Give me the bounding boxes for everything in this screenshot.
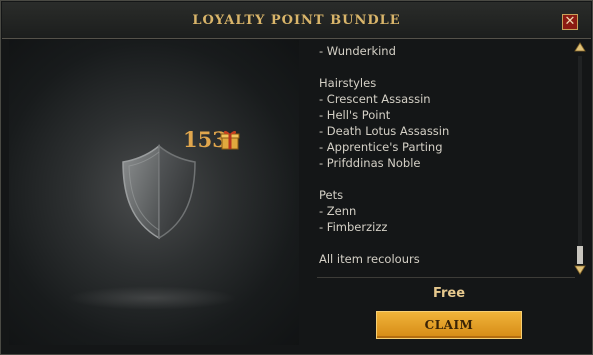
list-item: - Death Lotus Assassin	[319, 124, 450, 138]
bundle-contents-list[interactable]: - Wunderkind Hairstyles - Crescent Assas…	[311, 40, 567, 273]
close-button[interactable]: ✕	[562, 14, 578, 30]
section-heading: Hairstyles	[319, 76, 377, 90]
list-item: - Zenn	[319, 204, 357, 218]
claim-button[interactable]: CLAIM	[376, 311, 522, 339]
window-title: LOYALTY POINT BUNDLE	[192, 13, 401, 28]
scrollbar-thumb[interactable]	[577, 246, 583, 264]
loyalty-bundle-window: LOYALTY POINT BUNDLE ✕ 153 - Wunderkind …	[0, 0, 593, 355]
scroll-up-icon[interactable]	[574, 42, 586, 52]
scroll-down-icon[interactable]	[574, 265, 586, 275]
list-item: - Fimberzizz	[319, 220, 388, 234]
bundle-preview: 153	[9, 40, 299, 345]
shield-icon	[122, 144, 196, 240]
list-item: All item recolours	[319, 252, 420, 266]
section-heading: Pets	[319, 188, 344, 202]
gift-icon	[220, 130, 240, 150]
scrollbar[interactable]	[573, 40, 587, 277]
title-bar[interactable]: LOYALTY POINT BUNDLE ✕	[2, 2, 591, 39]
list-item: - Wunderkind	[319, 44, 396, 58]
list-item: - Prifddinas Noble	[319, 156, 421, 170]
floor-shadow	[67, 286, 237, 310]
price-label: Free	[432, 286, 466, 301]
scrollbar-rail[interactable]	[578, 56, 582, 260]
divider	[317, 277, 575, 278]
list-item: - Crescent Assassin	[319, 92, 431, 106]
list-item: - Apprentice's Parting	[319, 140, 443, 154]
list-item: - Hell's Point	[319, 108, 391, 122]
close-icon: ✕	[564, 14, 576, 29]
